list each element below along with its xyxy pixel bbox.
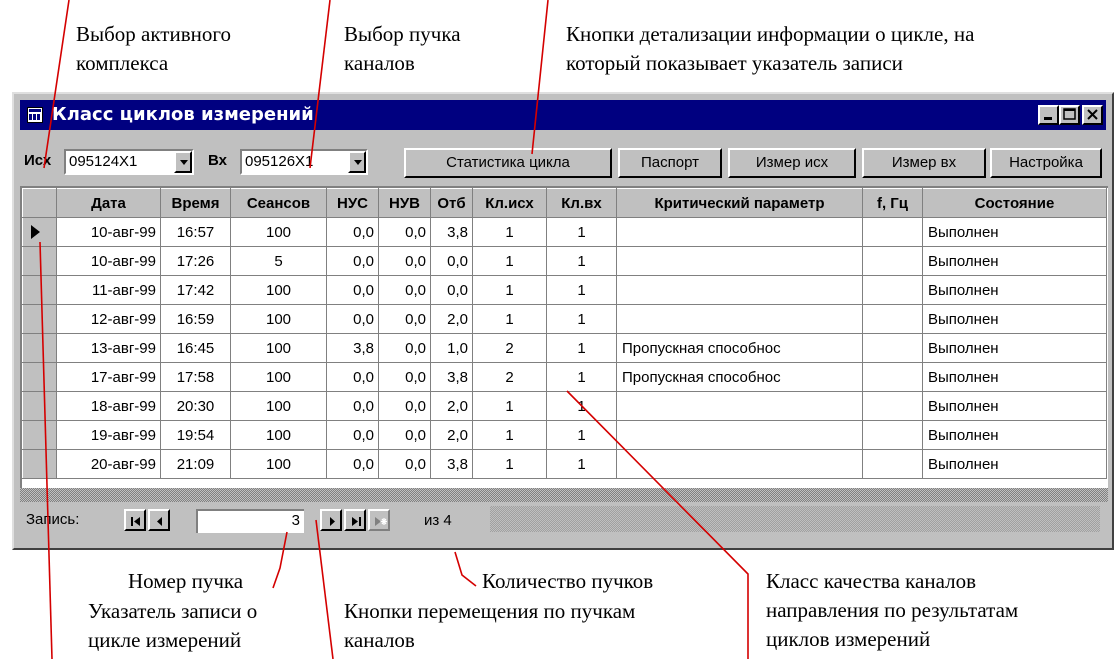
leader-bundle-select — [309, 0, 331, 169]
annotation-leaders — [39, 0, 749, 659]
leader-bundle-count — [454, 551, 477, 587]
leader-record-pointer — [39, 241, 53, 659]
leader-quality-class — [566, 390, 749, 659]
leader-nav-buttons — [315, 519, 334, 659]
leader-active-complex — [43, 0, 70, 169]
leader-detail-buttons — [531, 0, 549, 155]
leader-bundle-number — [272, 531, 288, 589]
